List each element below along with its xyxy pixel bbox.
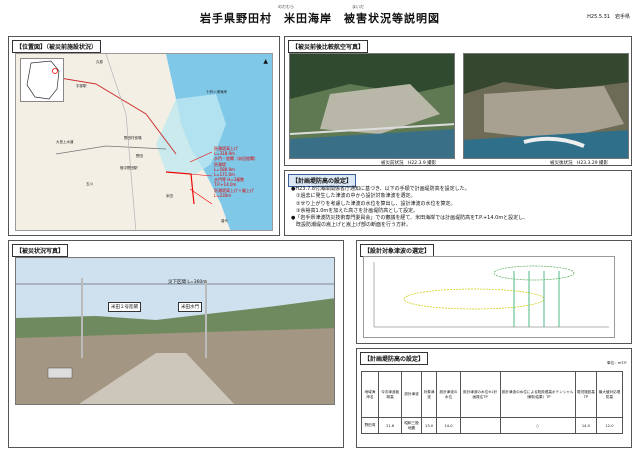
span-label: 災下区間 L=360m — [168, 280, 207, 285]
inset-prefecture-map — [20, 58, 64, 102]
table-cell: ○ — [499, 417, 576, 434]
table-header-cell: 地域海岸名 — [361, 371, 379, 418]
map-label: 野田 — [136, 154, 143, 158]
table-cell: 12.0 — [596, 417, 623, 434]
table-cell: 21.6 — [377, 417, 403, 434]
location-map: 宇部駅 野田村役場 大島上水道 久慈 野田 陸中野田駅 玉川 十府ヶ浦海岸 米田… — [15, 53, 273, 231]
damage-photo: 米田２号陸閘 米田水門 災下区間 L=360m — [15, 257, 335, 405]
aerial-after-drawing — [464, 54, 628, 158]
table-cell: 13.0 — [420, 417, 438, 434]
table-header-row: 地域海岸名 今次津波痕跡高 設計津波 対象津波 設計津波の水位 設計津波の水位※… — [361, 371, 623, 418]
gate-label-a: 米田２号陸閘 — [108, 302, 141, 312]
table-header-cell: 設計津波の水位※1計画既往TP — [459, 371, 501, 418]
table-cell — [459, 417, 501, 434]
height-table-panel: 【計画堤防高の設定】 単位：ｍT.P. 地域海岸名 今次津波痕跡高 設計津波 対… — [356, 348, 632, 448]
table-cell: 14.0 — [574, 417, 598, 434]
after-caption: 被災後状況 H23.3.29 撮影 — [550, 161, 608, 166]
map-label: 普代 — [221, 219, 228, 223]
map-label: 陸中野田駅 — [120, 166, 138, 170]
tsunami-chart-drawing — [373, 262, 609, 328]
location-tag: 【位置図】（被災前施設状況） — [12, 40, 102, 53]
table-header-cell: 現況施設高TP — [574, 371, 598, 418]
map-label: 玉川 — [86, 182, 93, 186]
table-header-cell: 設計津波の水位 — [436, 371, 461, 418]
table-header-cell: 設計津波 — [401, 371, 422, 418]
page-header: 岩手県野田村 米田海岸 被害状況等説明図 のだむら まいだ H25.5.31 岩… — [8, 4, 632, 30]
aerial-panel: 【被災前後比較航空写真】 被災前状況 H22.3.9 撮影 被災後状況 H23.… — [284, 36, 632, 166]
table-cell: 野田湾 — [361, 417, 379, 434]
height-table-tag: 【計画堤防高の設定】 — [360, 352, 429, 365]
table-cell: 14.0 — [436, 417, 461, 434]
table-cell: 昭和三陸地震 — [401, 417, 422, 434]
gate-label-b: 米田水門 — [178, 302, 202, 312]
table-header-cell: 対象津波 — [420, 371, 438, 418]
publish-date: H25.5.31 岩手県 — [587, 14, 630, 20]
table-header-cell: 今次津波痕跡高 — [377, 371, 403, 418]
plan-panel: 【計画堤防高の設定】 ●H23.7.8付海岸関係省庁通知に基づき、以下の手順で計… — [284, 170, 632, 236]
page-title: 岩手県野田村 米田海岸 被害状況等説明図 — [200, 12, 440, 25]
map-label: 久慈 — [96, 60, 103, 64]
map-label: 米田 — [166, 194, 173, 198]
plan-description: ●H23.7.8付海岸関係省庁通知に基づき、以下の手順で計画堤防高を設定した。 … — [291, 186, 529, 229]
ruby-noda: のだむら — [278, 4, 294, 9]
north-arrow-icon: ▲ — [263, 58, 268, 65]
map-label: 十府ヶ浦海岸 — [206, 90, 227, 94]
aerial-photo-after — [463, 53, 629, 159]
table-unit: 単位：ｍT.P. — [606, 361, 627, 365]
height-table: 地域海岸名 今次津波痕跡高 設計津波 対象津波 設計津波の水位 設計津波の水位※… — [361, 371, 623, 434]
location-panel: 【位置図】（被災前施設状況） 宇部駅 野田村役場 大島上水道 久慈 野田 陸中野… — [8, 36, 280, 236]
damage-panel: 【被災状況写真】 米田２号陸閘 米田水門 災下区間 L=360m — [8, 240, 344, 448]
inset-drawing — [26, 60, 60, 100]
aerial-photo-before — [289, 53, 455, 159]
map-label: 宇部駅 — [76, 84, 87, 88]
table-row: 野田湾 21.6 昭和三陸地震 13.0 14.0 ○ 14.0 12.0 — [361, 417, 623, 434]
damage-tag: 【被災状況写真】 — [12, 244, 69, 257]
before-caption: 被災前状況 H22.3.9 撮影 — [381, 161, 437, 166]
map-label: 野田村役場 — [124, 136, 142, 140]
ruby-yoneda: まいだ — [352, 4, 364, 9]
tsunami-panel: 【設計対象津波の選定】 — [356, 240, 632, 344]
table-header-cell: 最大値対応堤防高 — [596, 371, 623, 418]
aerial-before-drawing — [290, 54, 454, 158]
aerial-tag: 【被災前後比較航空写真】 — [288, 40, 369, 53]
facility-labels: 防潮堤高上げ L=318.9m 水門・陸閘（米田陸閘） 防潮堤 L=588.9m… — [214, 146, 258, 198]
tsunami-chart — [363, 256, 615, 338]
map-label: 大島上水道 — [56, 140, 74, 144]
table-header-cell: 設計津波の水位による既設堤高ポテンシャル（解析結果）TP — [499, 371, 576, 418]
